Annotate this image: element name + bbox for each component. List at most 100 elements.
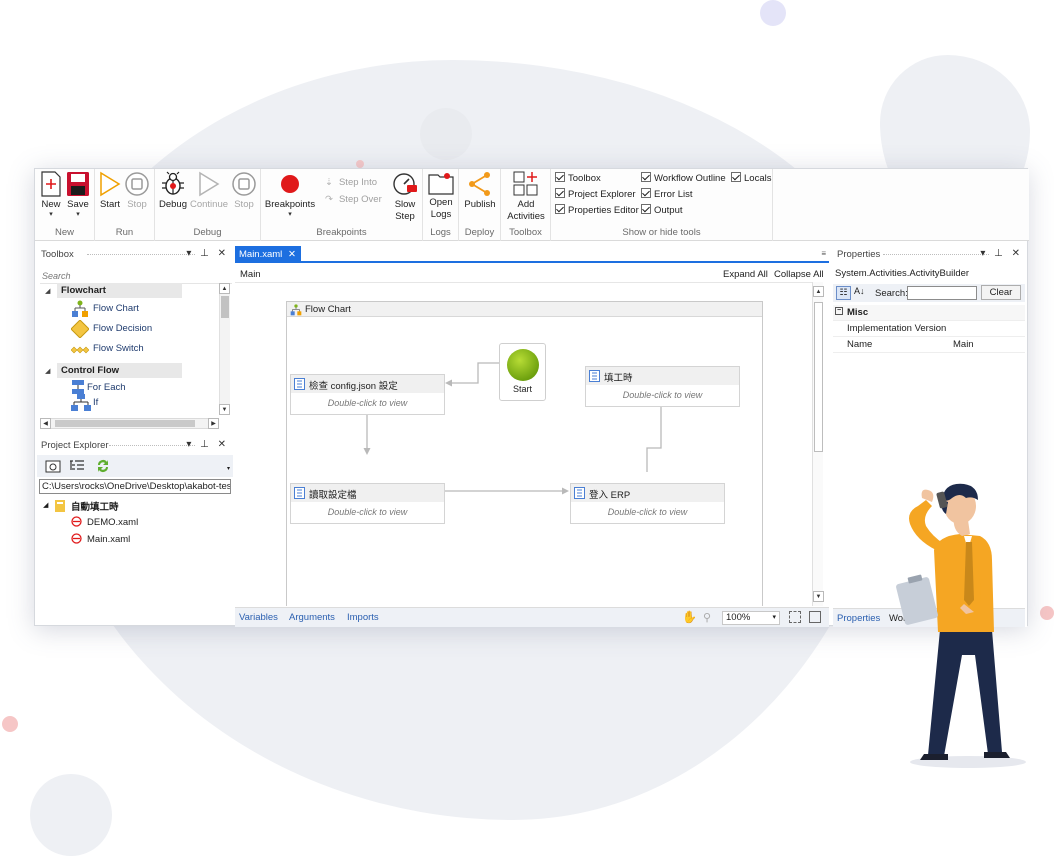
list-tree-icon[interactable]	[69, 459, 85, 473]
toggle-locals[interactable]: Locals	[731, 172, 771, 184]
zoom-select[interactable]: 100% ▾	[722, 611, 780, 625]
ribbon-group-new: New ▾ Save ▾ New	[35, 169, 95, 241]
publish-button[interactable]: Publish	[462, 171, 498, 211]
slow-step-button[interactable]: Slow Step	[391, 171, 419, 223]
collapse-triangle-icon[interactable]: ◢	[45, 367, 50, 375]
collapse-minus-icon[interactable]: −	[835, 307, 843, 315]
start-circle-icon	[506, 349, 539, 381]
workflow-designer: Main.xaml ✕ ≡ Main Expand All Collapse A…	[235, 246, 829, 627]
toolbox-item-for-each[interactable]: For Each	[72, 380, 126, 394]
continue-button[interactable]: Continue	[189, 171, 229, 211]
scroll-left-icon[interactable]: ◀	[40, 418, 51, 429]
step-over-button[interactable]: ↷ Step Over	[325, 194, 382, 205]
properties-search-input[interactable]	[907, 286, 977, 300]
scroll-up-icon[interactable]: ▲	[813, 286, 824, 297]
save-button[interactable]: Save ▾	[65, 171, 91, 219]
zoom-magnifier-icon[interactable]: ⚲	[703, 611, 711, 624]
for-each-icon	[72, 380, 84, 394]
toolbox-search-input[interactable]: Search	[40, 270, 232, 284]
open-logs-button[interactable]: Open Logs	[426, 171, 456, 221]
imports-tab[interactable]: Imports	[347, 612, 379, 623]
new-button[interactable]: New ▾	[39, 171, 63, 219]
collapse-triangle-icon[interactable]: ◢	[45, 287, 50, 295]
property-row-name[interactable]: Name Main	[833, 337, 1025, 353]
scroll-down-icon[interactable]: ▼	[813, 591, 824, 602]
add-activities-button[interactable]: Add Activities	[504, 171, 548, 223]
toolbox-category-control-flow[interactable]: Control Flow	[57, 363, 182, 378]
collapse-triangle-icon[interactable]: ◢	[43, 501, 48, 509]
toolbox-item-flow-switch[interactable]: Flow Switch	[71, 343, 144, 354]
play-icon	[199, 171, 220, 197]
breadcrumb[interactable]: Main	[240, 269, 261, 280]
clear-search-button[interactable]: Clear	[981, 285, 1021, 300]
expand-all-button[interactable]: Expand All	[723, 269, 768, 280]
stop-debug-button[interactable]: Stop	[231, 171, 257, 211]
overview-map-icon[interactable]	[809, 611, 821, 623]
scroll-up-icon[interactable]: ▲	[219, 283, 230, 294]
toolbox-item-flow-chart[interactable]: Flow Chart	[72, 300, 139, 317]
property-row-implementation-version[interactable]: Implementation Version	[833, 321, 1025, 337]
chevron-down-icon: ▾	[49, 211, 53, 218]
categorized-view-icon[interactable]: ☷	[836, 286, 851, 300]
pan-hand-icon[interactable]: ✋	[682, 610, 697, 624]
scroll-right-icon[interactable]: ▶	[208, 418, 219, 429]
fit-to-screen-icon[interactable]	[789, 611, 801, 623]
toolbox-item-flow-decision[interactable]: Flow Decision	[71, 320, 152, 338]
scrollbar-thumb[interactable]	[221, 296, 229, 318]
sequence-icon	[294, 378, 305, 390]
activity-check-config[interactable]: 檢查 config.json 設定 Double-click to view	[290, 374, 445, 415]
debug-button[interactable]: Debug	[157, 171, 189, 211]
checkbox-checked-icon	[641, 188, 651, 198]
close-icon[interactable]: ✕	[288, 249, 296, 260]
activity-fill-timesheet[interactable]: 填工時 Double-click to view	[585, 366, 740, 407]
toolbox-item-if[interactable]: If	[71, 394, 98, 411]
property-category-misc[interactable]: − Misc	[833, 305, 1025, 321]
toolbox-horizontal-scrollbar[interactable]: ◀ ▶	[40, 418, 219, 429]
chevron-down-icon[interactable]: ▾	[227, 465, 230, 472]
sort-alphabetical-icon[interactable]: A↓	[854, 286, 865, 296]
project-file-main[interactable]: Main.xaml	[71, 533, 130, 545]
project-explorer-toolbar: ▾	[37, 455, 233, 477]
toggle-output[interactable]: Output	[641, 204, 683, 216]
designer-canvas[interactable]: Flow Chart Start 檢查 config.json 設定 Doubl…	[235, 282, 812, 606]
scrollbar-thumb[interactable]	[814, 302, 823, 452]
tab-main-xaml[interactable]: Main.xaml ✕	[235, 246, 301, 263]
ribbon-group-breakpoints: Breakpoints ▾ ⇣ Step Into ↷ Step Over Slow…	[261, 169, 423, 241]
arguments-tab[interactable]: Arguments	[289, 612, 335, 623]
tab-overflow-icon[interactable]: ≡	[821, 249, 826, 258]
project-root-node[interactable]: 自動填工時	[55, 499, 119, 513]
properties-toolbar: ☷ A↓ Search: Clear	[833, 284, 1025, 302]
collapse-all-button[interactable]: Collapse All	[774, 269, 824, 280]
toggle-properties-editor[interactable]: Properties Editor	[555, 204, 639, 216]
designer-vertical-scrollbar[interactable]: ▲ ▼	[812, 282, 824, 606]
variables-tab[interactable]: Variables	[239, 612, 278, 623]
scroll-down-icon[interactable]: ▼	[219, 404, 230, 415]
panel-window-controls[interactable]: ▾ ⊥ ✕	[186, 248, 229, 259]
activity-read-settings[interactable]: 讀取設定檔 Double-click to view	[290, 483, 445, 524]
activity-login-erp[interactable]: 登入 ERP Double-click to view	[570, 483, 725, 524]
toolbox-vertical-scrollbar[interactable]: ▲ ▼	[219, 283, 230, 415]
panel-window-controls[interactable]: ▾ ⊥ ✕	[980, 248, 1023, 259]
project-file-demo[interactable]: DEMO.xaml	[71, 516, 138, 528]
tab-properties[interactable]: Properties	[837, 613, 880, 624]
toggle-toolbox[interactable]: Toolbox	[555, 172, 601, 184]
refresh-icon[interactable]	[95, 458, 111, 474]
breakpoints-button[interactable]: Breakpoints ▾	[264, 171, 316, 219]
toggle-project-explorer[interactable]: Project Explorer	[555, 188, 636, 200]
project-path-field[interactable]: C:\Users\rocks\OneDrive\Desktop\akabot-t…	[39, 479, 231, 494]
flowchart-icon	[72, 300, 88, 317]
checkbox-checked-icon	[641, 172, 651, 182]
step-into-icon: ⇣	[325, 177, 333, 188]
breakpoint-dot-icon	[281, 175, 299, 193]
start-button[interactable]: Start	[98, 171, 122, 211]
open-folder-icon[interactable]	[45, 459, 61, 473]
panel-window-controls[interactable]: ▾ ⊥ ✕	[186, 439, 229, 450]
start-node[interactable]: Start	[499, 343, 546, 401]
stop-run-button[interactable]: Stop	[124, 171, 150, 211]
toolbox-category-flowchart[interactable]: Flowchart	[57, 283, 182, 298]
step-into-button[interactable]: ⇣ Step Into	[325, 177, 377, 188]
toggle-workflow-outline[interactable]: Workflow Outline	[641, 172, 726, 184]
save-icon	[67, 172, 89, 196]
scrollbar-thumb[interactable]	[55, 420, 195, 427]
toggle-error-list[interactable]: Error List	[641, 188, 693, 200]
